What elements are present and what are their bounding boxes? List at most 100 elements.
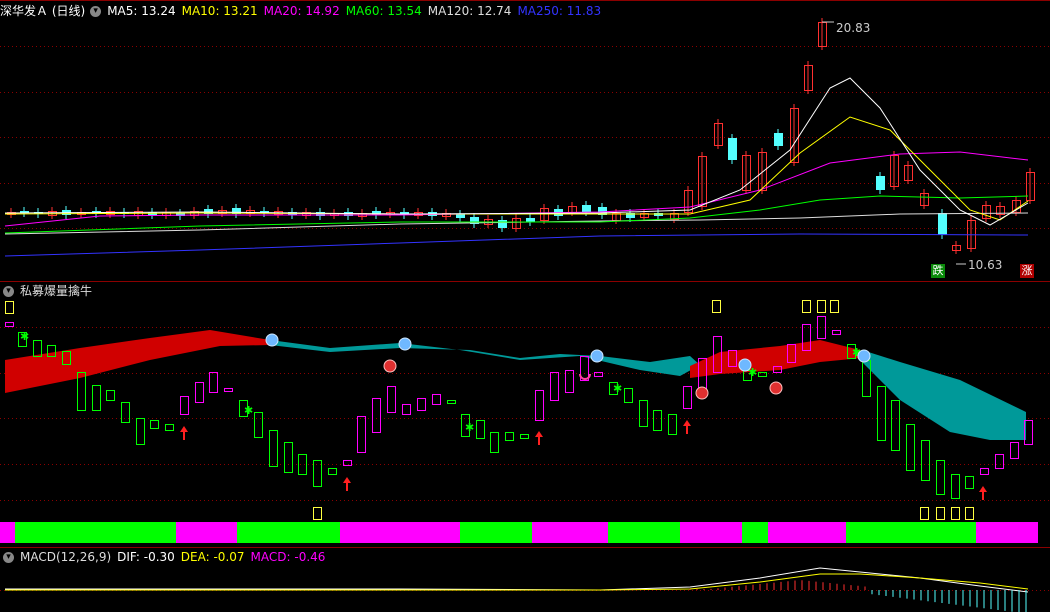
indicator-bar (891, 400, 900, 451)
dea-line (5, 573, 1029, 591)
indicator-bar (653, 410, 662, 431)
blue-ball-icon (398, 337, 412, 351)
indicator-bar (165, 424, 174, 431)
yellow-box-mark (5, 301, 14, 314)
yellow-box-mark (951, 507, 960, 520)
buy-signal-mark: ✱ (613, 382, 622, 395)
macd-title: MACD(12,26,9) (20, 550, 112, 564)
red-ball-icon (769, 381, 783, 395)
candle-body (876, 176, 885, 190)
rise-badge: 涨 (1020, 264, 1034, 278)
signal-strip-segment (237, 522, 340, 543)
indicator-bar (995, 454, 1004, 469)
red-ball-icon (383, 359, 397, 373)
yellow-box-mark (965, 507, 974, 520)
ma20-label: MA20: 14.92 (263, 4, 340, 18)
indicator-bar (195, 382, 204, 403)
indicator-bar (758, 372, 767, 377)
indicator-bar (254, 412, 263, 438)
macd-panel-header: ▾ MACD(12,26,9) DIF: -0.30 DEA: -0.07 MACD: … (0, 548, 331, 566)
signal-strip-segment (608, 522, 680, 543)
dea-label: DEA: -0.07 (180, 550, 245, 564)
buy-signal-mark: ✱ (20, 330, 29, 343)
indicator-bar (33, 340, 42, 357)
signal-strip-segment (340, 522, 460, 543)
ma250-label: MA250: 11.83 (517, 4, 602, 18)
candlestick-panel[interactable] (4, 18, 1035, 265)
indicator-bar (832, 330, 841, 335)
candle-body (372, 211, 381, 215)
indicator-bar (447, 400, 456, 404)
indicator-bar (180, 396, 189, 415)
indicator-bar (505, 432, 514, 441)
indicator-bar (417, 398, 426, 411)
red-ball-icon (695, 386, 709, 400)
ma60-label: MA60: 13.54 (345, 4, 422, 18)
indicator-bar (328, 468, 337, 475)
up-arrow-icon (979, 486, 987, 492)
indicator-bar (209, 372, 218, 393)
moving-average-line (4, 77, 1029, 226)
indicator-bar (921, 440, 930, 481)
candle-body (526, 218, 535, 222)
teal-band (862, 350, 1026, 440)
main-panel-header: 深华发Ａ (日线) ▾ MA5: 13.24 MA10: 13.21 MA20: 14.… (0, 2, 607, 20)
macd-panel[interactable] (5, 567, 1029, 612)
high-price-label: 20.83 (836, 21, 871, 35)
indicator-bar (668, 414, 677, 435)
yellow-box-mark (313, 507, 322, 520)
indicator-bar (535, 390, 544, 421)
ma5-label: MA5: 13.24 (107, 4, 176, 18)
yellow-box-mark (817, 300, 826, 313)
dif-label: DIF: -0.30 (117, 550, 175, 564)
indicator-panel-header: ▾ 私募爆量擒牛 (0, 282, 98, 300)
up-arrow-icon (535, 431, 543, 437)
signal-strip-segment (15, 522, 176, 543)
moving-average-line (4, 233, 1029, 257)
signal-strip-segment (768, 522, 846, 543)
indicator-bar (550, 372, 559, 401)
indicator-bar (224, 388, 233, 392)
grid-lines (0, 0, 1050, 591)
panel-menu-icon[interactable]: ▾ (90, 6, 102, 17)
blue-ball-icon (738, 358, 752, 372)
indicator-bar (951, 474, 960, 499)
indicator-bar (476, 420, 485, 439)
indicator-bar (1010, 442, 1019, 459)
blue-ball-icon (265, 333, 279, 347)
indicator-bar (624, 388, 633, 403)
signal-strip-segment (742, 522, 768, 543)
indicator-bar (520, 434, 529, 439)
panel-menu-icon[interactable]: ▾ (3, 552, 14, 563)
teal-band (270, 340, 700, 376)
indicator-panel[interactable]: ✱✱✱✱✱✱ (0, 300, 1038, 544)
indicator-bar (906, 424, 915, 471)
indicator-bar (298, 454, 307, 475)
indicator-bar (936, 460, 945, 495)
yellow-box-mark (936, 507, 945, 520)
up-arrow-icon (683, 420, 691, 426)
fall-badge: 跌 (931, 264, 945, 278)
ma10-label: MA10: 13.21 (181, 4, 258, 18)
indicator-bar (284, 442, 293, 473)
chart-canvas[interactable]: ✱✱✱✱✱✱ (0, 0, 1050, 612)
up-arrow-icon (343, 477, 351, 483)
signal-strip-segment (532, 522, 608, 543)
red-band (5, 330, 270, 393)
buy-signal-mark: ✱ (465, 421, 474, 434)
stock-title: 深华发Ａ (日线) (0, 4, 86, 18)
candle-body (582, 205, 591, 212)
blue-ball-icon (857, 349, 871, 363)
indicator-bar (639, 400, 648, 427)
indicator-bar (965, 476, 974, 489)
indicator-bar (92, 385, 101, 411)
signal-strip-segment (846, 522, 976, 543)
signal-strip-segment (680, 522, 742, 543)
buy-signal-mark: ✱ (244, 404, 253, 417)
yellow-box-mark (802, 300, 811, 313)
indicator-bar (683, 386, 692, 409)
panel-menu-icon[interactable]: ▾ (3, 286, 14, 297)
low-price-label: 10.63 (968, 258, 1003, 272)
indicator-bar (121, 402, 130, 423)
indicator-bar (490, 432, 499, 453)
